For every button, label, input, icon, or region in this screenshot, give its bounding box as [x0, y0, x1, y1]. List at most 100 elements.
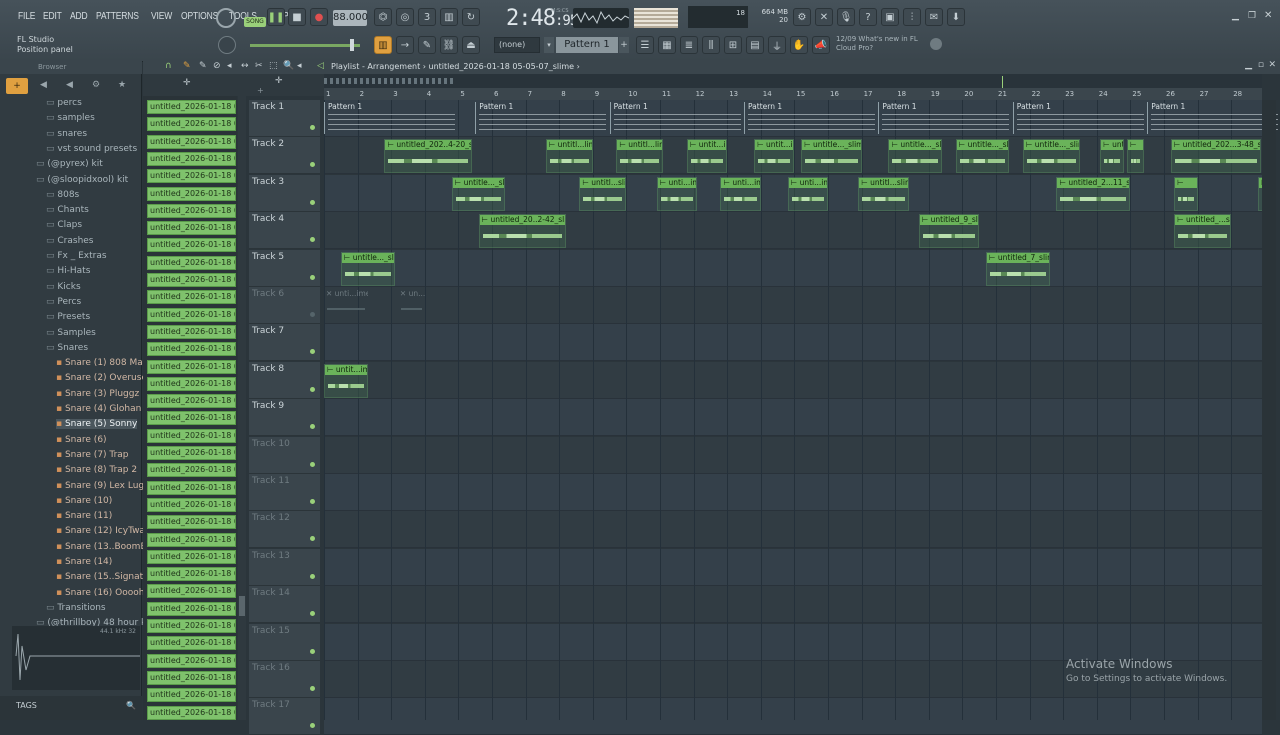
project-button[interactable]: ▤: [746, 36, 764, 54]
track-mute-led-icon[interactable]: [310, 125, 315, 130]
pattern-list-item[interactable]: untitled_2026-01-18 05-: [147, 169, 236, 184]
browser-item[interactable]: ▪ Snare (12) IcyTwat: [56, 526, 148, 536]
audio-clip[interactable]: ⊢ untitle..._slime: [801, 139, 862, 174]
tags-search-icon[interactable]: 🔍: [126, 696, 136, 716]
pattern-clip[interactable]: Pattern 1: [609, 102, 744, 134]
browser-item[interactable]: ▪ Snare (11): [56, 511, 112, 521]
browser-item[interactable]: ▪ Snare (3) Pluggz: [56, 389, 139, 399]
audio-clip[interactable]: ⊢ unti...ime: [720, 176, 761, 211]
track-lane[interactable]: [324, 548, 1262, 586]
track-header[interactable]: Track 13: [249, 548, 320, 586]
audio-clip[interactable]: ⊢ untitled_9_slime: [918, 214, 980, 249]
pattern-clip[interactable]: Pattern 1: [324, 102, 458, 134]
loop-record-button[interactable]: ↻: [462, 8, 480, 26]
track-mute-led-icon[interactable]: [310, 573, 315, 579]
add-pattern-icon[interactable]: +: [619, 37, 629, 53]
tempo-display[interactable]: 88.000: [333, 10, 368, 26]
pattern-list-item[interactable]: untitled_2026-01-18 05-: [147, 100, 236, 114]
track-lane[interactable]: [324, 212, 1262, 250]
track-lane[interactable]: [324, 287, 1262, 324]
playlist-maximize-icon[interactable]: ▫: [1258, 60, 1264, 70]
menu-patterns[interactable]: PATTERNS: [96, 11, 139, 22]
browser-item[interactable]: ▭ (@pyrex) kit: [36, 159, 103, 169]
browser-item[interactable]: ▭ Percs: [46, 297, 81, 307]
track-lane[interactable]: [324, 586, 1262, 624]
pattern-selector[interactable]: Pattern 1: [556, 37, 618, 53]
track-header[interactable]: Track 5: [249, 249, 320, 287]
playhead-marker[interactable]: [1002, 76, 1003, 88]
audio-clip[interactable]: ⊢ untitle..._slime: [1022, 139, 1080, 174]
pattern-list-item[interactable]: untitled_2026-01-18 05-: [147, 221, 236, 236]
download-button[interactable]: ⬇: [947, 8, 965, 26]
vertical-scrollbar[interactable]: [1262, 100, 1276, 720]
track-add-icon[interactable]: +: [257, 86, 264, 95]
audio-clip[interactable]: ⊢ untit...ime: [686, 139, 728, 174]
track-header[interactable]: Track 9: [249, 399, 320, 437]
pattern-list-item[interactable]: untitled_2026-01-18 05-: [147, 567, 236, 582]
browser-star-icon[interactable]: ★: [118, 80, 126, 90]
play-icon[interactable]: ◁: [317, 61, 324, 71]
browser-item[interactable]: ▭ vst sound presets: [46, 144, 137, 154]
browser-item[interactable]: ▪ Snare (16) Ooooh: [56, 588, 144, 598]
pattern-list-item[interactable]: untitled_2026-01-18 05-: [147, 636, 236, 651]
track-mute-led-icon[interactable]: [310, 274, 315, 280]
audio-clip[interactable]: ⊢ untitl...lime: [545, 139, 593, 174]
browser-item[interactable]: ▪ Snare (4) Glohan: [56, 404, 141, 414]
pattern-clip[interactable]: Pattern 1: [475, 102, 609, 134]
browser-item[interactable]: ▭ snares: [46, 129, 87, 139]
browser-item[interactable]: ▭ Crashes: [46, 236, 94, 246]
track-header[interactable]: Track 4: [249, 212, 320, 250]
master-pitch-slider[interactable]: [250, 44, 360, 47]
browser-item[interactable]: ▪ Snare (1) 808 Mafia: [56, 358, 154, 368]
browser-item[interactable]: ▭ Hi-Hats: [46, 266, 90, 276]
playlist-snap-button[interactable]: ▥: [374, 36, 392, 54]
audio-clip[interactable]: ⊢ untitle..._slime: [451, 176, 506, 211]
slider-handle[interactable]: [350, 39, 354, 51]
piano-roll-button[interactable]: ▦: [658, 36, 676, 54]
track-mute-led-icon[interactable]: [310, 611, 315, 617]
delete-icon[interactable]: ⊘: [213, 61, 221, 71]
maximize-button[interactable]: ❐: [1248, 11, 1256, 21]
news-panel[interactable]: 12/09 What's new in FL Cloud Pro?: [836, 35, 926, 53]
metronome-button[interactable]: ⏣: [374, 8, 392, 26]
pattern-list-scrollbar[interactable]: [238, 96, 246, 720]
record-button[interactable]: ●: [310, 8, 328, 26]
browser-item[interactable]: ▭ 808s: [46, 190, 79, 200]
track-lane[interactable]: [324, 361, 1262, 399]
arrow-button[interactable]: →: [396, 36, 414, 54]
browser-item[interactable]: ▪ Snare (8) Trap 2: [56, 465, 137, 475]
pattern-list-item[interactable]: untitled_2026-01-18 05-: [147, 203, 236, 218]
audio-clip[interactable]: ⊢: [1174, 176, 1198, 211]
zoom-icon[interactable]: 🔍: [283, 61, 294, 71]
stop-button[interactable]: ■: [288, 8, 306, 26]
track-lane[interactable]: [324, 399, 1262, 437]
track-mute-led-icon[interactable]: [310, 536, 315, 542]
channel-selector[interactable]: (none): [494, 37, 540, 53]
pattern-clip[interactable]: Pattern 1: [744, 102, 878, 134]
track-mute-led-icon[interactable]: [310, 686, 315, 691]
speaker-icon[interactable]: ◂: [297, 61, 302, 71]
browser-item[interactable]: ▪ Snare (7) Trap: [56, 450, 129, 460]
browser-forward-icon[interactable]: ◀: [66, 80, 73, 90]
audio-clip[interactable]: ✕ un...e: [398, 289, 425, 323]
news-button[interactable]: 📣: [812, 36, 830, 54]
slip-icon[interactable]: ↔: [241, 61, 249, 71]
track-lane[interactable]: [324, 511, 1262, 549]
browser-item[interactable]: ▭ Snares: [46, 343, 88, 353]
pattern-list-item[interactable]: untitled_2026-01-18 05-: [147, 428, 236, 443]
track-lane[interactable]: [324, 474, 1262, 511]
pattern-list-item[interactable]: untitled_2026-01-18 05-: [147, 446, 236, 460]
pattern-list-item[interactable]: untitled_2026-01-18 05-: [147, 619, 236, 633]
stamp-button[interactable]: ⏏: [462, 36, 480, 54]
track-header[interactable]: Track 15: [249, 623, 320, 661]
magnet-icon[interactable]: ∩: [165, 61, 172, 71]
track-lane[interactable]: [324, 324, 1262, 362]
close-button[interactable]: ✕: [1264, 10, 1272, 21]
track-mute-led-icon[interactable]: [310, 162, 315, 168]
playlist-button[interactable]: ☰: [636, 36, 654, 54]
browser-item[interactable]: ▪ Snare (6): [56, 435, 107, 445]
audio-clip[interactable]: ⊢ untitled_202..4-20_slime: [384, 139, 472, 174]
pattern-list-item[interactable]: untitled_2026-01-18 05-: [147, 342, 236, 357]
pattern-list-item[interactable]: untitled_2026-01-18 05-: [147, 601, 236, 616]
menu-edit[interactable]: EDIT: [43, 11, 62, 22]
